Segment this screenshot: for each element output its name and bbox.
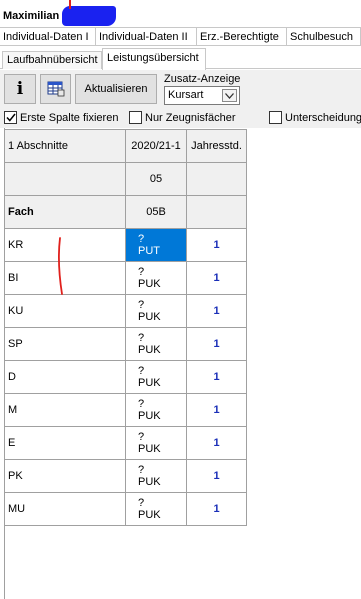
grade-value: ? bbox=[138, 332, 145, 344]
tab-laufbahnuebersicht[interactable]: Laufbahnübersicht bbox=[2, 51, 102, 69]
checkbox-unterscheidung[interactable]: Unterscheidung bbox=[269, 111, 361, 124]
kursart-value: PUK bbox=[138, 509, 161, 521]
hours-cell[interactable]: 1 bbox=[186, 327, 247, 361]
title-bar: Maximilian bbox=[0, 0, 361, 27]
grade-value: ? bbox=[138, 233, 145, 245]
grade-value: ? bbox=[138, 398, 145, 410]
hours-cell[interactable]: 1 bbox=[186, 459, 247, 493]
klasse-value-cell: 05B bbox=[125, 195, 187, 229]
checkbox-label: Erste Spalte fixieren bbox=[20, 111, 119, 124]
subject-cell[interactable]: M bbox=[4, 393, 126, 427]
grid-klasse-row: Fach 05B bbox=[4, 195, 247, 229]
table-row[interactable]: MU ? PUK 1 bbox=[4, 492, 247, 526]
student-name: Maximilian bbox=[3, 10, 60, 22]
grade-cell[interactable]: ? PUK bbox=[125, 492, 187, 526]
checkbox-unchecked-icon[interactable] bbox=[269, 111, 282, 124]
subject-cell[interactable]: BI bbox=[4, 261, 126, 295]
fach-label-cell: Fach bbox=[4, 195, 126, 229]
chevron-down-icon[interactable] bbox=[222, 89, 237, 102]
grade-value: ? bbox=[138, 464, 145, 476]
tab-individual-daten-2[interactable]: Individual-Daten II bbox=[96, 28, 197, 46]
grade-value: ? bbox=[138, 266, 145, 278]
zusatz-anzeige-select[interactable]: Kursart bbox=[164, 86, 240, 105]
grade-cell[interactable]: ? PUK bbox=[125, 393, 187, 427]
red-annotation-mark bbox=[69, 0, 71, 9]
refresh-button-label: Aktualisieren bbox=[84, 83, 148, 95]
subject-cell[interactable]: KU bbox=[4, 294, 126, 328]
kursart-value: PUK bbox=[138, 410, 161, 422]
kursart-value: PUK bbox=[138, 311, 161, 323]
kursart-value: PUK bbox=[138, 443, 161, 455]
hours-cell[interactable]: 1 bbox=[186, 360, 247, 394]
subject-cell[interactable]: E bbox=[4, 426, 126, 460]
table-export-button[interactable] bbox=[40, 74, 71, 104]
info-icon: i bbox=[16, 79, 24, 99]
kursart-value: PUK bbox=[138, 344, 161, 356]
header-jahresstd[interactable]: Jahresstd. bbox=[186, 129, 247, 163]
zusatz-anzeige-label: Zusatz-Anzeige bbox=[164, 73, 241, 85]
hours-cell[interactable]: 1 bbox=[186, 426, 247, 460]
jahrgang-label-cell bbox=[4, 162, 126, 196]
subject-cell[interactable]: MU bbox=[4, 492, 126, 526]
grade-value: ? bbox=[138, 497, 145, 509]
hours-cell[interactable]: 1 bbox=[186, 228, 247, 262]
kursart-value: PUT bbox=[138, 245, 160, 257]
table-export-icon bbox=[47, 81, 64, 97]
options-row: Erste Spalte fixieren Nur Zeugnisfächer … bbox=[0, 108, 361, 128]
checkbox-checked-icon[interactable] bbox=[4, 111, 17, 124]
grid-header-row: 1 Abschnitte 2020/21-1 Jahresstd. bbox=[4, 129, 247, 163]
checkbox-label: Unterscheidung bbox=[285, 111, 361, 124]
checkbox-unchecked-icon[interactable] bbox=[129, 111, 142, 124]
grade-value: ? bbox=[138, 365, 145, 377]
zusatz-anzeige-value: Kursart bbox=[168, 89, 204, 101]
grade-value: ? bbox=[138, 299, 145, 311]
tab-schulbesuch[interactable]: Schulbesuch bbox=[287, 28, 361, 46]
leistungs-grid: 1 Abschnitte 2020/21-1 Jahresstd. 05 Fac… bbox=[4, 129, 247, 526]
subject-cell[interactable]: PK bbox=[4, 459, 126, 493]
kursart-value: PUK bbox=[138, 278, 161, 290]
hours-cell[interactable]: 1 bbox=[186, 393, 247, 427]
hours-cell[interactable]: 1 bbox=[186, 261, 247, 295]
header-abschnitte[interactable]: 1 Abschnitte bbox=[4, 129, 126, 163]
jahrgang-hours-cell bbox=[186, 162, 247, 196]
tab-leistungsuebersicht[interactable]: Leistungsübersicht bbox=[102, 48, 206, 70]
tab-individual-daten-1[interactable]: Individual-Daten I bbox=[0, 28, 96, 46]
primary-tab-bar: Individual-Daten I Individual-Daten II E… bbox=[0, 27, 361, 46]
grade-cell[interactable]: ? PUK bbox=[125, 327, 187, 361]
kursart-value: PUK bbox=[138, 476, 161, 488]
info-button[interactable]: i bbox=[4, 74, 36, 104]
redaction-scribble bbox=[62, 6, 116, 26]
hours-cell[interactable]: 1 bbox=[186, 294, 247, 328]
grade-cell[interactable]: ? PUK bbox=[125, 261, 187, 295]
table-row[interactable]: KU ? PUK 1 bbox=[4, 294, 247, 328]
table-row[interactable]: SP ? PUK 1 bbox=[4, 327, 247, 361]
grade-value: ? bbox=[138, 431, 145, 443]
subject-cell[interactable]: SP bbox=[4, 327, 126, 361]
checkbox-label: Nur Zeugnisfächer bbox=[145, 111, 236, 124]
klasse-hours-cell bbox=[186, 195, 247, 229]
kursart-value: PUK bbox=[138, 377, 161, 389]
subject-cell[interactable]: KR bbox=[4, 228, 126, 262]
table-row[interactable]: M ? PUK 1 bbox=[4, 393, 247, 427]
grade-cell[interactable]: ? PUT bbox=[125, 228, 187, 262]
grade-cell[interactable]: ? PUK bbox=[125, 459, 187, 493]
secondary-tab-bar: Laufbahnübersicht Leistungsübersicht bbox=[0, 47, 361, 70]
grade-cell[interactable]: ? PUK bbox=[125, 294, 187, 328]
table-row[interactable]: KR ? PUT 1 bbox=[4, 228, 247, 262]
header-schuljahr[interactable]: 2020/21-1 bbox=[125, 129, 187, 163]
grade-cell[interactable]: ? PUK bbox=[125, 426, 187, 460]
table-row[interactable]: BI ? PUK 1 bbox=[4, 261, 247, 295]
subject-cell[interactable]: D bbox=[4, 360, 126, 394]
checkbox-nur-zeugnisfaecher[interactable]: Nur Zeugnisfächer bbox=[129, 111, 236, 124]
grid-jahrgang-row: 05 bbox=[4, 162, 247, 196]
refresh-button[interactable]: Aktualisieren bbox=[75, 74, 157, 104]
tab-erz-berechtigte[interactable]: Erz.-Berechtigte bbox=[197, 28, 287, 46]
table-row[interactable]: D ? PUK 1 bbox=[4, 360, 247, 394]
jahrgang-value-cell: 05 bbox=[125, 162, 187, 196]
table-row[interactable]: E ? PUK 1 bbox=[4, 426, 247, 460]
table-row[interactable]: PK ? PUK 1 bbox=[4, 459, 247, 493]
checkbox-erste-spalte-fixieren[interactable]: Erste Spalte fixieren bbox=[4, 111, 118, 124]
grade-cell[interactable]: ? PUK bbox=[125, 360, 187, 394]
hours-cell[interactable]: 1 bbox=[186, 492, 247, 526]
